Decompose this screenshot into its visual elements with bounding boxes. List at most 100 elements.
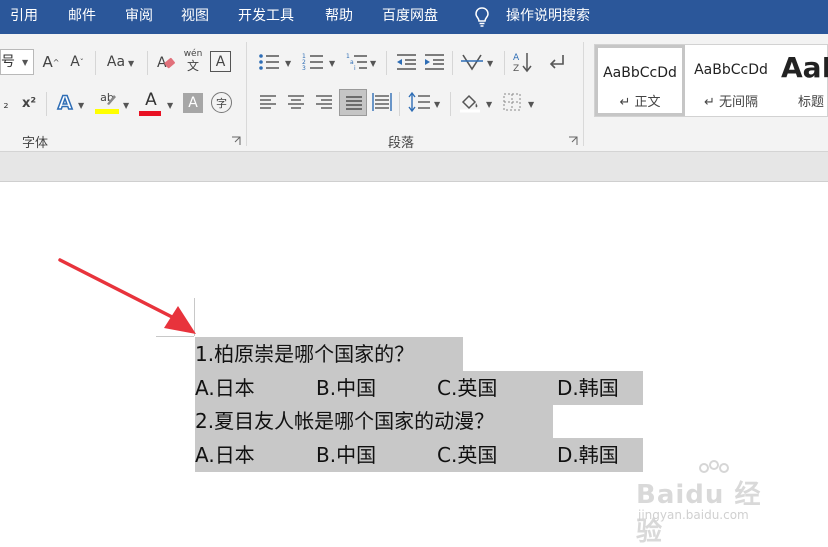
enclose-characters-label: 字 bbox=[216, 96, 227, 110]
character-shading-label: A bbox=[188, 95, 198, 111]
paragraph-dialog-launcher-icon[interactable] bbox=[568, 136, 578, 146]
style-normal[interactable]: AaBbCcDd ↵ 正文 bbox=[595, 45, 685, 116]
tab-developer[interactable]: 开发工具 bbox=[238, 7, 294, 25]
divider bbox=[450, 92, 451, 116]
tab-mailings[interactable]: 邮件 bbox=[68, 7, 96, 25]
align-center-icon[interactable] bbox=[286, 92, 306, 112]
highlighter-pen-icon bbox=[107, 95, 116, 105]
shrink-font-caret-icon: ˇ bbox=[79, 57, 84, 67]
option-text: D.韩国 bbox=[557, 376, 619, 400]
font-color-label: A bbox=[145, 90, 157, 110]
divider bbox=[147, 51, 148, 75]
style-no-spacing[interactable]: AaBbCcDd ↵ 无间隔 bbox=[687, 45, 775, 116]
multilevel-list-icon[interactable]: 1ai bbox=[346, 52, 368, 72]
grow-font-button[interactable]: A ^ bbox=[40, 51, 62, 73]
chinese-layout-icon[interactable] bbox=[460, 51, 484, 73]
sort-icon[interactable]: AZ bbox=[512, 50, 534, 74]
phonetic-guide-top: wén bbox=[183, 49, 203, 59]
superscript-button[interactable]: x² bbox=[18, 92, 40, 114]
tab-review[interactable]: 审阅 bbox=[125, 7, 153, 25]
justify-button[interactable] bbox=[339, 89, 367, 116]
grow-font-caret-icon: ^ bbox=[52, 57, 60, 67]
shrink-font-button[interactable]: Aˇ bbox=[66, 51, 88, 73]
divider bbox=[386, 51, 387, 75]
superscript-label: x² bbox=[21, 95, 37, 111]
line-spacing-dropdown-icon[interactable]: ▼ bbox=[434, 100, 440, 109]
font-size-dropdown-icon[interactable]: ▼ bbox=[22, 58, 28, 67]
bullets-dropdown-icon[interactable]: ▼ bbox=[285, 59, 291, 68]
document-gutter bbox=[0, 152, 828, 182]
numbering-icon[interactable]: 123 bbox=[302, 52, 324, 72]
change-case-button[interactable]: Aa bbox=[104, 51, 128, 73]
style-heading-name: 标题 bbox=[798, 95, 825, 110]
style-no-spacing-sample: AaBbCcDd bbox=[694, 62, 768, 78]
divider bbox=[452, 51, 453, 75]
shading-bucket-icon[interactable] bbox=[458, 90, 482, 114]
line-spacing-icon[interactable] bbox=[407, 91, 431, 113]
distributed-icon[interactable] bbox=[371, 91, 393, 113]
numbering-dropdown-icon[interactable]: ▼ bbox=[329, 59, 335, 68]
decrease-indent-icon[interactable] bbox=[395, 52, 417, 72]
align-right-icon[interactable] bbox=[314, 92, 334, 112]
highlight-color-bar bbox=[95, 109, 119, 114]
option-text: B.中国 bbox=[316, 376, 377, 400]
svg-text:i: i bbox=[354, 65, 356, 72]
style-no-spacing-name: ↵ 无间隔 bbox=[703, 95, 759, 110]
show-hide-marks-icon[interactable] bbox=[547, 52, 569, 72]
borders-dropdown-icon[interactable]: ▼ bbox=[528, 100, 534, 109]
change-case-label: Aa bbox=[106, 54, 126, 70]
subscript-button[interactable]: ₂ bbox=[0, 94, 12, 114]
tab-baidu-netdisk[interactable]: 百度网盘 bbox=[382, 7, 438, 25]
divider bbox=[504, 51, 505, 75]
character-border-button[interactable]: A bbox=[210, 51, 231, 72]
tab-references[interactable]: 引用 bbox=[10, 7, 38, 25]
question-1-options-line[interactable]: A.日本 B.中国 C.英国 D.韩国 bbox=[195, 371, 643, 405]
phonetic-guide-button[interactable]: wén 文 bbox=[183, 49, 203, 77]
highlight-dropdown-icon[interactable]: ▼ bbox=[123, 101, 129, 110]
watermark-url: jingyan.baidu.com bbox=[638, 508, 749, 522]
lightbulb-icon[interactable] bbox=[474, 6, 490, 28]
baidu-watermark: Baidu 经验 jingyan.baidu.com bbox=[636, 460, 786, 547]
divider bbox=[46, 92, 47, 116]
group-divider bbox=[583, 42, 584, 146]
font-color-bar bbox=[139, 111, 161, 116]
question-2-options-line[interactable]: A.日本 B.中国 C.英国 D.韩国 bbox=[195, 438, 643, 472]
styles-gallery: AaBbCcDd ↵ 正文 AaBbCcDd ↵ 无间隔 AaI 标题 bbox=[594, 44, 828, 117]
style-heading[interactable]: AaI 标题 bbox=[777, 45, 828, 116]
bullets-icon[interactable] bbox=[258, 52, 280, 72]
question-2-line[interactable]: 2.夏目友人帐是哪个国家的动漫？ bbox=[195, 404, 553, 438]
font-color-button[interactable]: A bbox=[139, 90, 163, 116]
option-text: D.韩国 bbox=[557, 443, 619, 467]
svg-text:A: A bbox=[513, 53, 520, 63]
divider bbox=[95, 51, 96, 75]
tab-help[interactable]: 帮助 bbox=[325, 7, 353, 25]
text-effects-button[interactable]: A bbox=[54, 91, 76, 115]
tell-me-search[interactable]: 操作说明搜索 bbox=[506, 7, 590, 25]
ribbon: 号 ▼ A ^ Aˇ Aa ▼ A wén 文 A ₂ x² A ▼ ab ▼ A… bbox=[0, 34, 828, 152]
change-case-dropdown-icon[interactable]: ▼ bbox=[128, 59, 134, 68]
align-left-icon[interactable] bbox=[258, 92, 278, 112]
text-highlight-button[interactable]: ab bbox=[95, 90, 119, 116]
font-dialog-launcher-icon[interactable] bbox=[231, 136, 241, 146]
question-1-text: 1.柏原崇是哪个国家的？ bbox=[195, 342, 415, 366]
enclose-characters-button[interactable]: 字 bbox=[211, 92, 232, 113]
multilevel-list-dropdown-icon[interactable]: ▼ bbox=[370, 59, 376, 68]
increase-indent-icon[interactable] bbox=[423, 52, 445, 72]
option-text: C.英国 bbox=[437, 376, 498, 400]
tab-view[interactable]: 视图 bbox=[181, 7, 209, 25]
character-shading-button[interactable]: A bbox=[183, 93, 203, 113]
borders-icon[interactable] bbox=[502, 92, 522, 112]
svg-text:3: 3 bbox=[302, 65, 306, 72]
shrink-font-label: A bbox=[70, 54, 80, 70]
text-effects-dropdown-icon[interactable]: ▼ bbox=[78, 101, 84, 110]
shading-dropdown-icon[interactable]: ▼ bbox=[486, 100, 492, 109]
font-color-dropdown-icon[interactable]: ▼ bbox=[167, 101, 173, 110]
option-text: C.英国 bbox=[437, 443, 498, 467]
font-size-input[interactable]: 号 bbox=[0, 49, 34, 75]
question-1-line[interactable]: 1.柏原崇是哪个国家的？ bbox=[195, 337, 463, 371]
font-group-label: 字体 bbox=[22, 136, 49, 151]
chinese-layout-dropdown-icon[interactable]: ▼ bbox=[487, 59, 493, 68]
clear-formatting-icon[interactable]: A bbox=[156, 51, 176, 73]
option-text: A.日本 bbox=[195, 443, 255, 467]
grow-font-label: A bbox=[42, 53, 53, 71]
